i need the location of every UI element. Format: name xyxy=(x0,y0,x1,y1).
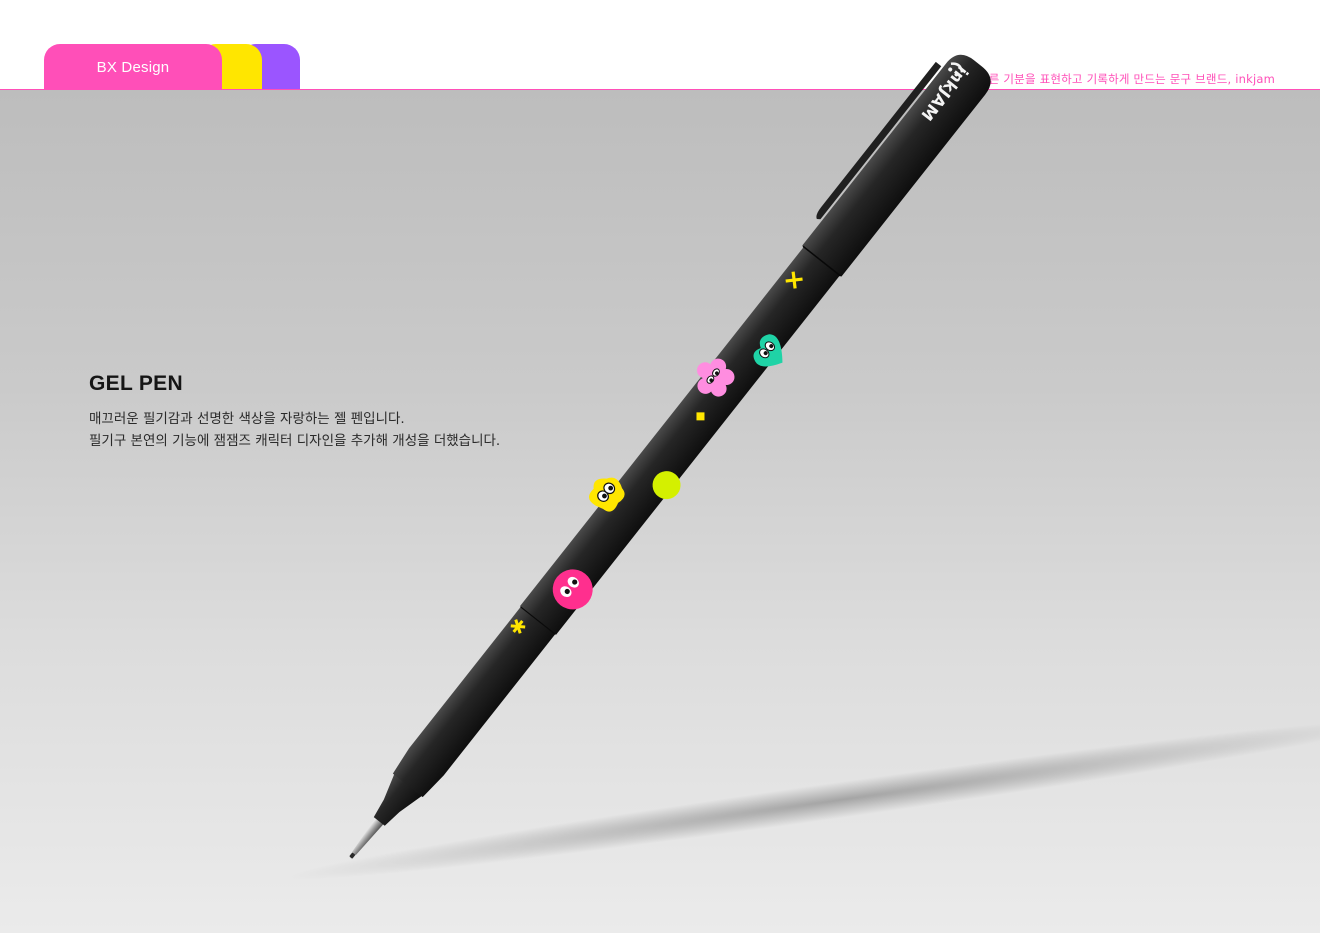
product-description-line-1: 매끄러운 필기감과 선명한 색상을 자랑하는 젤 펜입니다. xyxy=(89,411,405,427)
pen-grip xyxy=(392,606,556,798)
pen-cap xyxy=(802,54,991,277)
pen-metal-tip xyxy=(350,816,385,857)
product-info: GEL PEN 매끄러운 필기감과 선명한 색상을 자랑하는 젤 펜입니다. 필… xyxy=(89,372,500,452)
product-description-line-2: 필기구 본연의 기능에 잼잼즈 캐릭터 디자인을 추가해 개성을 더했습니다. xyxy=(89,433,501,449)
product-title: GEL PEN xyxy=(89,372,183,395)
yellow-square-dot xyxy=(696,412,705,421)
gel-pen-illustration: inkJAM xyxy=(285,54,1320,880)
